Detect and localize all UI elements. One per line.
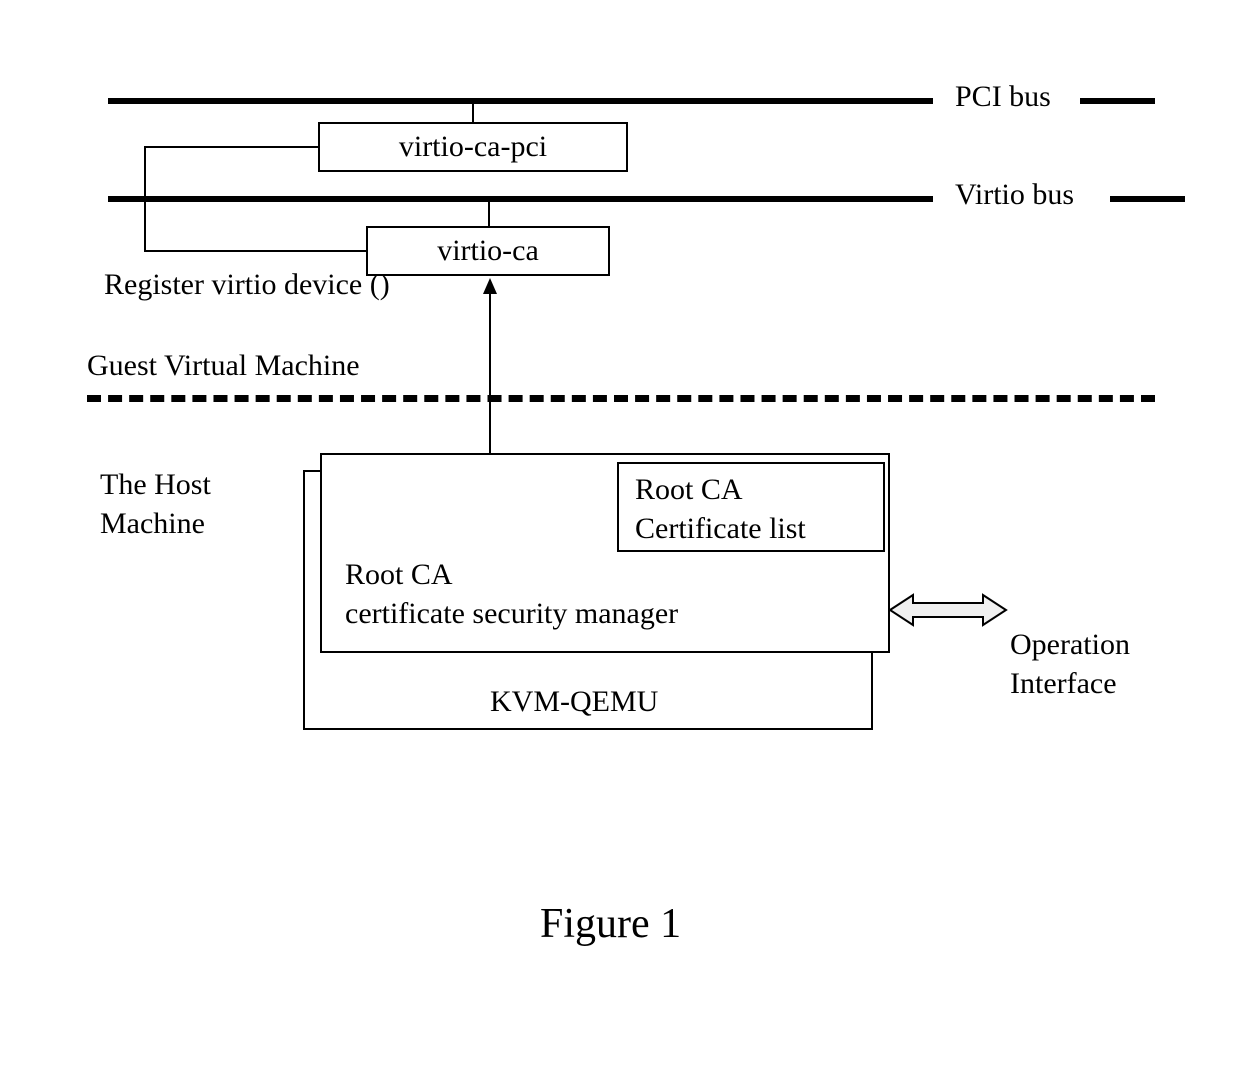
virtio-ca-pci-box: virtio-ca-pci <box>318 122 628 172</box>
guest-vm-label: Guest Virtual Machine <box>87 349 360 383</box>
register-connector-bottom-h <box>144 250 366 252</box>
virtio-ca-label: virtio-ca <box>437 234 539 268</box>
virtio-bus-legend-line <box>1110 196 1185 202</box>
virtio-bus-line <box>108 196 933 202</box>
root-ca-manager-label: Root CA certificate security manager <box>345 555 678 633</box>
connector-virtio-to-box <box>488 202 490 226</box>
pci-bus-line <box>108 98 933 104</box>
register-connector-top-h <box>144 146 318 148</box>
virtio-ca-pci-label: virtio-ca-pci <box>399 130 547 164</box>
host-machine-label: The Host Machine <box>100 465 211 543</box>
operation-interface-arrow <box>888 590 1008 630</box>
architecture-diagram: PCI bus Virtio bus virtio-ca-pci Registe… <box>0 0 1240 1092</box>
pci-bus-legend-line <box>1080 98 1155 104</box>
guest-host-separator <box>87 395 1155 402</box>
register-device-label: Register virtio device () <box>104 268 390 302</box>
pci-bus-label: PCI bus <box>955 80 1051 114</box>
operation-interface-label: Operation Interface <box>1010 625 1130 703</box>
virtio-ca-box: virtio-ca <box>366 226 610 276</box>
vertical-arrow-shaft <box>489 290 491 460</box>
kvm-qemu-label: KVM-QEMU <box>490 685 658 719</box>
arrowhead-up <box>483 278 497 294</box>
connector-pci-to-box <box>472 104 474 124</box>
root-ca-cert-list-label: Root CA Certificate list <box>635 470 806 548</box>
register-connector-v <box>144 146 146 250</box>
figure-caption: Figure 1 <box>540 900 681 948</box>
virtio-bus-label: Virtio bus <box>955 178 1074 212</box>
